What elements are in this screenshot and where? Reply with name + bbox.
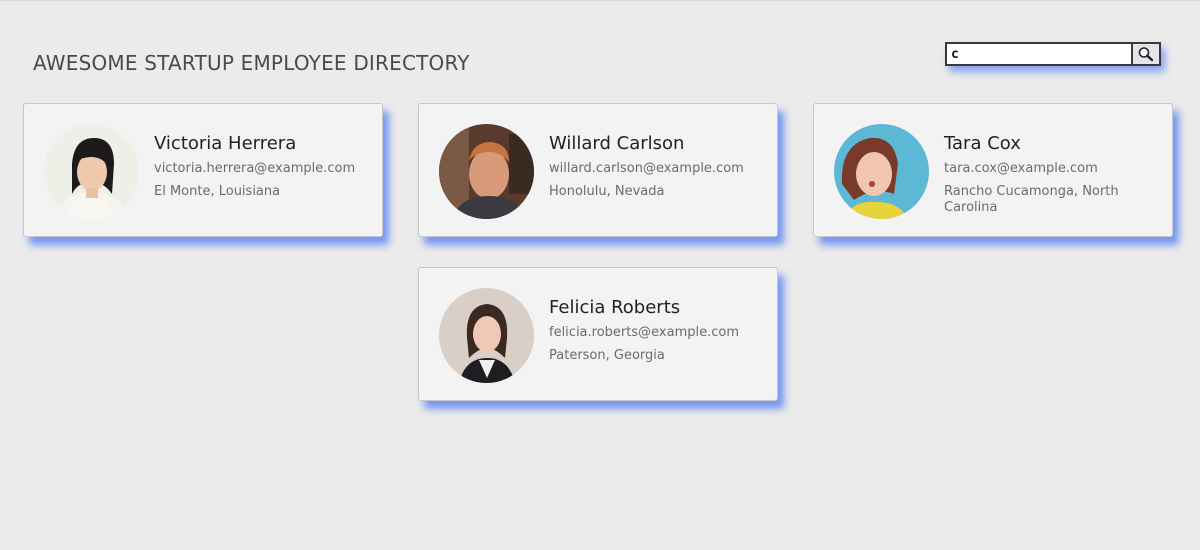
- employee-email: felicia.roberts@example.com: [549, 325, 739, 340]
- employee-location: El Monte, Louisiana: [154, 184, 281, 199]
- header: AWESOME STARTUP EMPLOYEE DIRECTORY: [0, 0, 1200, 100]
- avatar: [439, 288, 534, 383]
- search-form: [945, 42, 1161, 66]
- avatar: [44, 124, 139, 219]
- employee-info: Victoria Herrera victoria.herrera@exampl…: [154, 133, 369, 200]
- employee-card[interactable]: Willard Carlson willard.carlson@example.…: [418, 103, 778, 237]
- employee-email: tara.cox@example.com: [944, 161, 1098, 176]
- avatar: [439, 124, 534, 219]
- employee-info: Felicia Roberts felicia.roberts@example.…: [549, 297, 764, 364]
- employee-location: Honolulu, Nevada: [549, 184, 665, 199]
- employee-info: Willard Carlson willard.carlson@example.…: [549, 133, 764, 200]
- avatar: [834, 124, 929, 219]
- employee-card[interactable]: Victoria Herrera victoria.herrera@exampl…: [23, 103, 383, 237]
- employee-card[interactable]: Tara Cox tara.cox@example.com Rancho Cuc…: [813, 103, 1173, 237]
- employee-location: Rancho Cucamonga, North Carolina: [944, 184, 1119, 215]
- employee-card[interactable]: Felicia Roberts felicia.roberts@example.…: [418, 267, 778, 401]
- employee-name: Felicia Roberts: [549, 297, 681, 318]
- search-input[interactable]: [945, 42, 1133, 66]
- search-button[interactable]: [1131, 42, 1161, 66]
- employee-info: Tara Cox tara.cox@example.com Rancho Cuc…: [944, 133, 1159, 216]
- magnifier-icon: [1138, 47, 1154, 62]
- employee-name: Willard Carlson: [549, 133, 685, 154]
- page-title: AWESOME STARTUP EMPLOYEE DIRECTORY: [33, 51, 470, 75]
- employee-name: Tara Cox: [944, 133, 1021, 154]
- employee-location: Paterson, Georgia: [549, 348, 665, 363]
- employee-email: willard.carlson@example.com: [549, 161, 744, 176]
- employee-name: Victoria Herrera: [154, 133, 297, 154]
- employee-email: victoria.herrera@example.com: [154, 161, 356, 176]
